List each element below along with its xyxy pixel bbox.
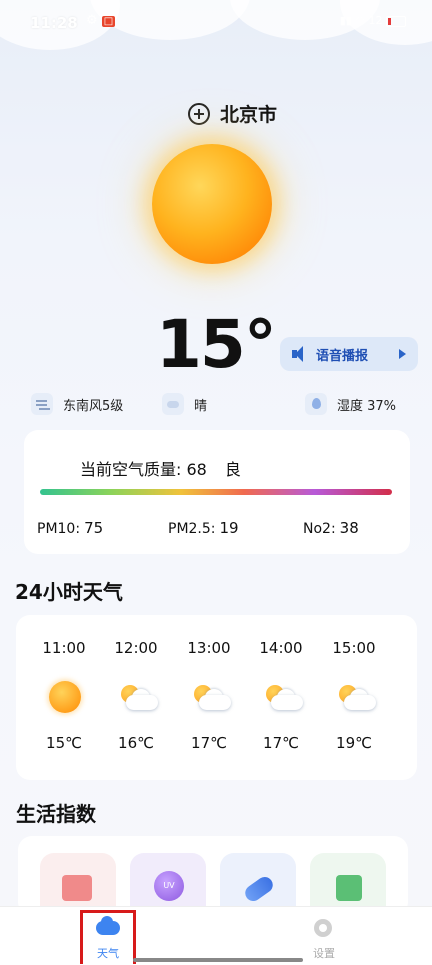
life-index-title: 生活指数 — [16, 802, 96, 826]
hour-temp: 19℃ — [336, 734, 372, 752]
voice-broadcast-label: 语音播报 — [316, 348, 369, 364]
pm25-label: PM2.5: — [168, 521, 216, 537]
air-quality-level: 良 — [224, 460, 241, 479]
hour-temp: 16℃ — [118, 734, 154, 752]
notification-icons: ⚙ □ — [70, 13, 116, 28]
air-quality-label: 当前空气质量: 68 — [80, 460, 207, 479]
uv-icon: UV — [154, 871, 184, 901]
home-indicator[interactable] — [133, 958, 303, 962]
bottom-tab-bar: 天气 设置 — [0, 906, 432, 965]
hour-temp: 17℃ — [191, 734, 227, 752]
no2-value: 38 — [339, 519, 359, 537]
play-icon — [399, 349, 406, 359]
hour-label: 11:00 — [42, 639, 86, 657]
pm25-value: 19 — [219, 519, 239, 537]
voice-broadcast-button[interactable]: 语音播报 — [280, 337, 418, 371]
battery-level: 12 — [368, 14, 383, 27]
partly-cloudy-icon — [263, 685, 303, 717]
hour-label: 14:00 — [259, 639, 303, 657]
air-quality-title: 当前空气质量: 68 良 — [80, 456, 241, 480]
hourly-section-title: 24小时天气 — [15, 580, 123, 604]
wind-info: 东南风5级 — [31, 393, 123, 415]
no2-reading: No2: 38 — [303, 519, 359, 537]
tab-settings[interactable]: 设置 — [284, 907, 364, 965]
status-bar: 11:28 ⚙ □ ▮▮ ◠ 12 — [0, 0, 432, 46]
humidity-icon — [305, 393, 327, 415]
first-aid-icon — [336, 875, 362, 901]
pm10-label: PM10: — [37, 521, 81, 537]
gear-icon — [314, 919, 332, 937]
hour-label: 15:00 — [332, 639, 376, 657]
humidity-info: 湿度 37% — [305, 393, 396, 415]
life-index-card: UV — [18, 836, 408, 923]
partly-cloudy-icon — [191, 685, 231, 717]
hour-label: 12:00 — [114, 639, 158, 657]
current-temperature: 15° — [156, 306, 277, 383]
signal-icon: ▮▮ — [339, 14, 352, 27]
speaker-icon — [292, 346, 310, 362]
cloud-icon — [162, 393, 184, 415]
app-notification-icon: ⚙ — [86, 13, 98, 28]
battery-icon — [386, 15, 406, 27]
clothing-icon — [62, 875, 92, 901]
sun-icon — [152, 144, 272, 264]
hour-temp: 17℃ — [263, 734, 299, 752]
partly-cloudy-icon — [336, 685, 376, 717]
condition-text: 晴 — [194, 398, 208, 414]
medicine-icon — [242, 873, 276, 905]
tab-highlight-box — [80, 910, 136, 964]
partly-cloudy-icon — [118, 685, 158, 717]
city-name: 北京市 — [220, 104, 278, 126]
hour-label: 13:00 — [187, 639, 231, 657]
pm10-value: 75 — [84, 519, 104, 537]
city-selector[interactable]: 北京市 — [188, 100, 277, 127]
sun-icon — [49, 681, 81, 713]
wifi-icon: ◠ — [355, 14, 365, 27]
pm25-reading: PM2.5: 19 — [168, 519, 239, 537]
no2-label: No2: — [303, 521, 336, 537]
add-city-icon[interactable] — [188, 102, 210, 125]
wind-icon — [31, 393, 53, 415]
hourly-forecast-card[interactable]: 11:00 15℃ 12:00 16℃ 13:00 17℃ 14:00 17℃ … — [16, 615, 417, 780]
wind-text: 东南风5级 — [63, 398, 124, 414]
air-quality-card: 当前空气质量: 68 良 PM10: 75 PM2.5: 19 No2: 38 — [24, 430, 410, 554]
humidity-text: 湿度 37% — [337, 398, 397, 414]
pm10-reading: PM10: 75 — [37, 519, 103, 537]
condition-info: 晴 — [162, 393, 207, 415]
hour-temp: 15℃ — [46, 734, 82, 752]
air-quality-gradient-bar — [40, 489, 392, 495]
red-app-icon: □ — [101, 16, 116, 27]
status-right: ▮▮ ◠ 12 — [340, 14, 406, 27]
